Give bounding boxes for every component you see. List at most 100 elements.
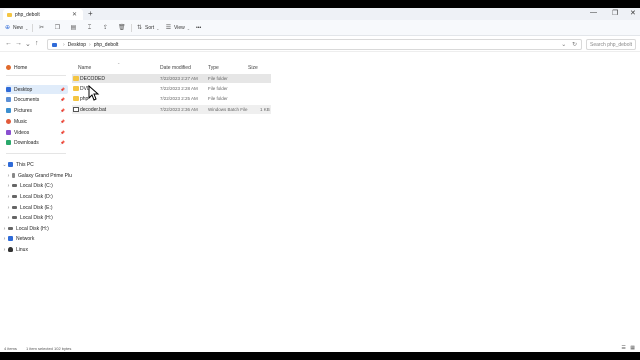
file-row-php[interactable]: php 7/22/2023 2:25 AM File folder [72,94,271,103]
divider [32,24,33,32]
recent-locations-button[interactable]: ⌄ [25,40,31,48]
minimize-button[interactable]: — [590,9,597,16]
column-header-date[interactable]: Date modified [160,65,191,71]
file-row-decoder-bat[interactable]: decoder.bat 7/22/2023 2:36 AM Windows Ba… [72,105,271,114]
file-type: File folder [208,76,228,81]
sidebar-item-documents[interactable]: Documents 📌 [6,95,68,104]
view-icon: ☰ [165,24,172,31]
breadcrumb-php-debolt[interactable]: php_debolt [94,42,119,48]
maximize-button[interactable]: ❐ [612,9,618,17]
address-row: ← → ⌄ ↑ › Desktop › php_debolt ⌄ ↻ Searc… [0,37,640,52]
pictures-icon [6,108,11,113]
column-header-size[interactable]: Size [248,65,258,71]
close-tab-icon[interactable]: ✕ [72,11,77,18]
address-bar[interactable]: › Desktop › php_debolt ⌄ ↻ [47,39,582,50]
tiles-view-icon[interactable]: ▦ [630,345,635,351]
chevron-down-icon[interactable]: ⌄ [561,42,566,48]
file-list: Name ⌃ Date modified Type Size DECODED 7… [72,56,640,346]
share-button[interactable]: ⇪ [102,23,109,33]
up-button[interactable]: ↑ [35,40,39,47]
sidebar-item-home[interactable]: Home [6,63,68,72]
sidebar-item-pictures[interactable]: Pictures 📌 [6,106,68,115]
chevron-right-icon[interactable]: › [6,215,11,221]
title-bar: php_debolt ✕ + — ❐ ✕ [0,8,640,20]
sidebar-item-disk-h[interactable]: › Local Disk (H:) [6,213,68,222]
delete-button[interactable]: 🗑 [118,23,126,33]
sidebar-item-disk-c[interactable]: › Local Disk (C:) [6,181,68,190]
tab-php-debolt[interactable]: php_debolt ✕ [3,9,83,20]
rename-icon: ⌶ [87,24,92,31]
chevron-right-icon[interactable]: › [2,226,7,232]
sidebar-item-disk-e[interactable]: › Local Disk (E:) [6,203,68,212]
sidebar-item-label: Videos [14,129,30,136]
chevron-right-icon[interactable]: › [6,205,11,211]
file-row-dvd[interactable]: DVD 7/22/2023 2:28 AM File folder [72,84,271,93]
file-date: 7/22/2023 2:27 AM [160,76,198,81]
sidebar-item-disk-d[interactable]: › Local Disk (D:) [6,192,68,201]
computer-icon [52,42,57,47]
trash-icon: 🗑 [118,24,126,31]
file-type: Windows Batch File [208,107,248,112]
refresh-icon[interactable]: ↻ [572,42,577,48]
sidebar-item-disk-h-2[interactable]: › Local Disk (H:) [2,224,64,233]
search-input[interactable]: Search php_debolt [586,39,636,50]
close-window-button[interactable]: ✕ [630,9,636,17]
chevron-right-icon[interactable]: › [6,173,11,179]
command-bar: ⊕ New ⌄ ✂ ❐ ▤ ⌶ ⇪ 🗑 ⇅ Sort ⌄ ☰ View ⌄ ••… [0,20,640,36]
drive-icon [12,216,17,219]
drive-icon [12,184,17,187]
sidebar-item-music[interactable]: Music 📌 [6,117,68,126]
sidebar-item-this-pc[interactable]: ⌄ This PC [2,160,64,169]
view-toggle: ☰ ▦ [621,345,635,351]
sort-icon: ⇅ [136,24,143,31]
folder-icon [73,86,79,91]
file-explorer-window: php_debolt ✕ + — ❐ ✕ ⊕ New ⌄ ✂ ❐ ▤ ⌶ ⇪ 🗑… [0,8,640,352]
column-header-type[interactable]: Type [208,65,219,71]
sidebar-item-downloads[interactable]: Downloads 📌 [6,138,68,147]
pin-icon: 📌 [60,108,65,113]
pin-icon: 📌 [60,130,65,135]
file-size: 1 KB [260,107,270,112]
more-options-button[interactable]: ••• [196,23,201,33]
file-row-decoded[interactable]: DECODED 7/22/2023 2:27 AM File folder [72,74,271,83]
sidebar-item-label: Network [16,235,35,242]
forward-button[interactable]: → [15,40,22,47]
sidebar-item-videos[interactable]: Videos 📌 [6,128,68,137]
chevron-right-icon[interactable]: › [6,194,11,200]
chevron-down-icon[interactable]: ⌄ [2,162,7,168]
copy-button[interactable]: ❐ [54,23,61,33]
item-count: 4 items [4,346,17,351]
chevron-right-icon[interactable]: › [2,236,7,242]
sort-arrow-icon: ⌃ [117,62,121,67]
phone-icon [12,173,15,178]
sidebar-item-label: Local Disk (H:) [20,214,53,221]
new-button[interactable]: ⊕ New ⌄ [4,23,28,33]
sort-button[interactable]: ⇅ Sort ⌄ [136,23,160,33]
back-button[interactable]: ← [5,40,12,47]
column-header-name[interactable]: Name [78,65,91,71]
file-type: File folder [208,86,228,91]
sidebar-item-galaxy[interactable]: › Galaxy Grand Prime Plus [6,171,75,180]
breadcrumb-desktop[interactable]: Desktop [68,42,86,48]
sidebar-item-linux[interactable]: › Linux [2,245,64,254]
sidebar-item-label: Documents [14,96,40,103]
download-icon [6,140,11,145]
new-tab-button[interactable]: + [88,9,93,18]
chevron-right-icon[interactable]: › [6,183,11,189]
chevron-right-icon: › [63,41,65,48]
navigation-pane: Home Desktop 📌 Documents 📌 Pictures 📌 Mu… [0,56,75,346]
view-button[interactable]: ☰ View ⌄ [165,23,190,33]
mouse-pointer-icon [88,85,100,101]
chevron-right-icon[interactable]: › [2,247,7,253]
cut-button[interactable]: ✂ [38,23,45,33]
paste-button[interactable]: ▤ [70,23,77,33]
sidebar-item-label: Local Disk (C:) [20,182,53,189]
home-icon [6,65,11,70]
sidebar-item-network[interactable]: › Network [2,234,64,243]
sidebar-item-label: Local Disk (E:) [20,204,53,211]
sidebar-item-desktop[interactable]: Desktop 📌 [6,85,68,94]
details-view-icon[interactable]: ☰ [621,345,625,351]
rename-button[interactable]: ⌶ [86,23,93,33]
sidebar-item-label: Home [14,64,28,71]
file-date: 7/22/2023 2:36 AM [160,107,198,112]
